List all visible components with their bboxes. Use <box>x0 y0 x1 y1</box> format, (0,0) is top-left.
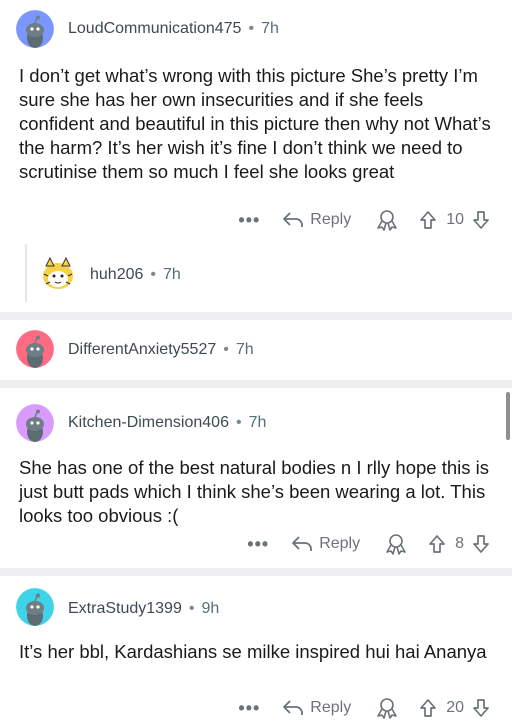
upvote-arrow-icon <box>420 211 437 229</box>
snoo-avatar-icon <box>16 588 54 626</box>
comment-separator <box>0 312 512 320</box>
comment-body: She has one of the best natural bodies n… <box>19 457 489 526</box>
reply-button[interactable]: Reply <box>282 699 351 717</box>
upvote-button[interactable] <box>419 210 437 230</box>
award-icon <box>377 210 398 231</box>
downvote-button[interactable] <box>472 210 490 230</box>
username[interactable]: Kitchen-Dimension406 <box>68 414 229 432</box>
downvote-arrow-icon <box>473 211 489 229</box>
reply-label: Reply <box>310 211 352 228</box>
separator-dot: • <box>223 341 229 358</box>
username[interactable]: DifferentAnxiety5527 <box>68 341 216 359</box>
comment-actions: ••• Reply 10 <box>238 206 490 234</box>
timestamp: 7h <box>163 266 181 283</box>
comment-body: I don’t get what’s wrong with this pictu… <box>19 65 491 182</box>
more-options-button[interactable]: ••• <box>238 699 260 717</box>
separator-dot: • <box>248 20 255 37</box>
separator-dot: • <box>235 414 242 431</box>
comment-meta: huh206 • 7h <box>90 266 181 284</box>
avatar[interactable] <box>16 330 54 368</box>
avatar[interactable] <box>38 254 78 294</box>
reply-arrow-icon <box>283 212 304 227</box>
comment-meta: LoudCommunication475 • 7h <box>68 20 279 38</box>
upvote-arrow-icon <box>429 535 445 553</box>
comment-3[interactable]: DifferentAnxiety5527 • 7h <box>0 320 512 380</box>
thread-line[interactable] <box>25 244 27 302</box>
comment-separator <box>0 568 512 576</box>
reply-label: Reply <box>319 535 361 552</box>
comment-actions: ••• Reply 8 <box>247 530 490 558</box>
more-options-button[interactable]: ••• <box>238 211 260 229</box>
award-button[interactable] <box>384 533 408 555</box>
award-button[interactable] <box>375 209 399 231</box>
timestamp: 9h <box>201 600 220 617</box>
reply-arrow-icon <box>292 536 313 551</box>
downvote-arrow-icon <box>473 535 489 553</box>
downvote-button[interactable] <box>472 534 490 554</box>
reply-button[interactable]: Reply <box>282 211 351 229</box>
snoo-avatar-icon <box>16 404 54 442</box>
timestamp: 7h <box>248 414 267 431</box>
avatar[interactable] <box>16 588 54 626</box>
avatar[interactable] <box>16 10 54 48</box>
comment-body: It’s her bbl, Kardashians se milke inspi… <box>19 641 487 662</box>
comment-separator <box>0 380 512 388</box>
upvote-button[interactable] <box>419 698 437 718</box>
comment-1: LoudCommunication475 • 7h I don’t get wh… <box>0 0 512 312</box>
avatar[interactable] <box>16 404 54 442</box>
username[interactable]: ExtraStudy1399 <box>68 600 182 618</box>
username[interactable]: LoudCommunication475 <box>68 20 241 38</box>
award-icon <box>386 534 406 555</box>
separator-dot: • <box>188 600 195 617</box>
upvote-button[interactable] <box>428 534 446 554</box>
timestamp: 7h <box>235 341 254 358</box>
award-button[interactable] <box>375 697 399 719</box>
snoo-avatar-icon <box>16 10 54 48</box>
comment-meta: ExtraStudy1399 • 9h <box>68 600 219 618</box>
reply-arrow-icon <box>283 700 304 715</box>
character-avatar-icon <box>38 254 78 294</box>
vote-score: 8 <box>455 535 464 552</box>
downvote-arrow-icon <box>473 699 489 717</box>
comment-meta: Kitchen-Dimension406 • 7h <box>68 414 266 432</box>
vote-score: 10 <box>446 211 464 228</box>
downvote-button[interactable] <box>472 698 490 718</box>
comment-actions: ••• Reply 20 <box>238 694 490 722</box>
comment-5: ExtraStudy1399 • 9h It’s her bbl, Kardas… <box>0 576 512 720</box>
snoo-avatar-icon <box>16 330 54 368</box>
timestamp: 7h <box>261 20 279 37</box>
award-icon <box>377 698 398 719</box>
reply-button[interactable]: Reply <box>291 535 360 553</box>
reply-label: Reply <box>310 699 352 716</box>
scrollbar[interactable] <box>506 392 510 440</box>
separator-dot: • <box>150 266 156 283</box>
upvote-arrow-icon <box>420 699 437 717</box>
username[interactable]: huh206 <box>90 266 143 284</box>
comment-meta: DifferentAnxiety5527 • 7h <box>68 341 254 359</box>
more-options-button[interactable]: ••• <box>247 535 269 553</box>
vote-score: 20 <box>446 699 464 716</box>
comment-4: Kitchen-Dimension406 • 7h She has one of… <box>0 388 512 568</box>
